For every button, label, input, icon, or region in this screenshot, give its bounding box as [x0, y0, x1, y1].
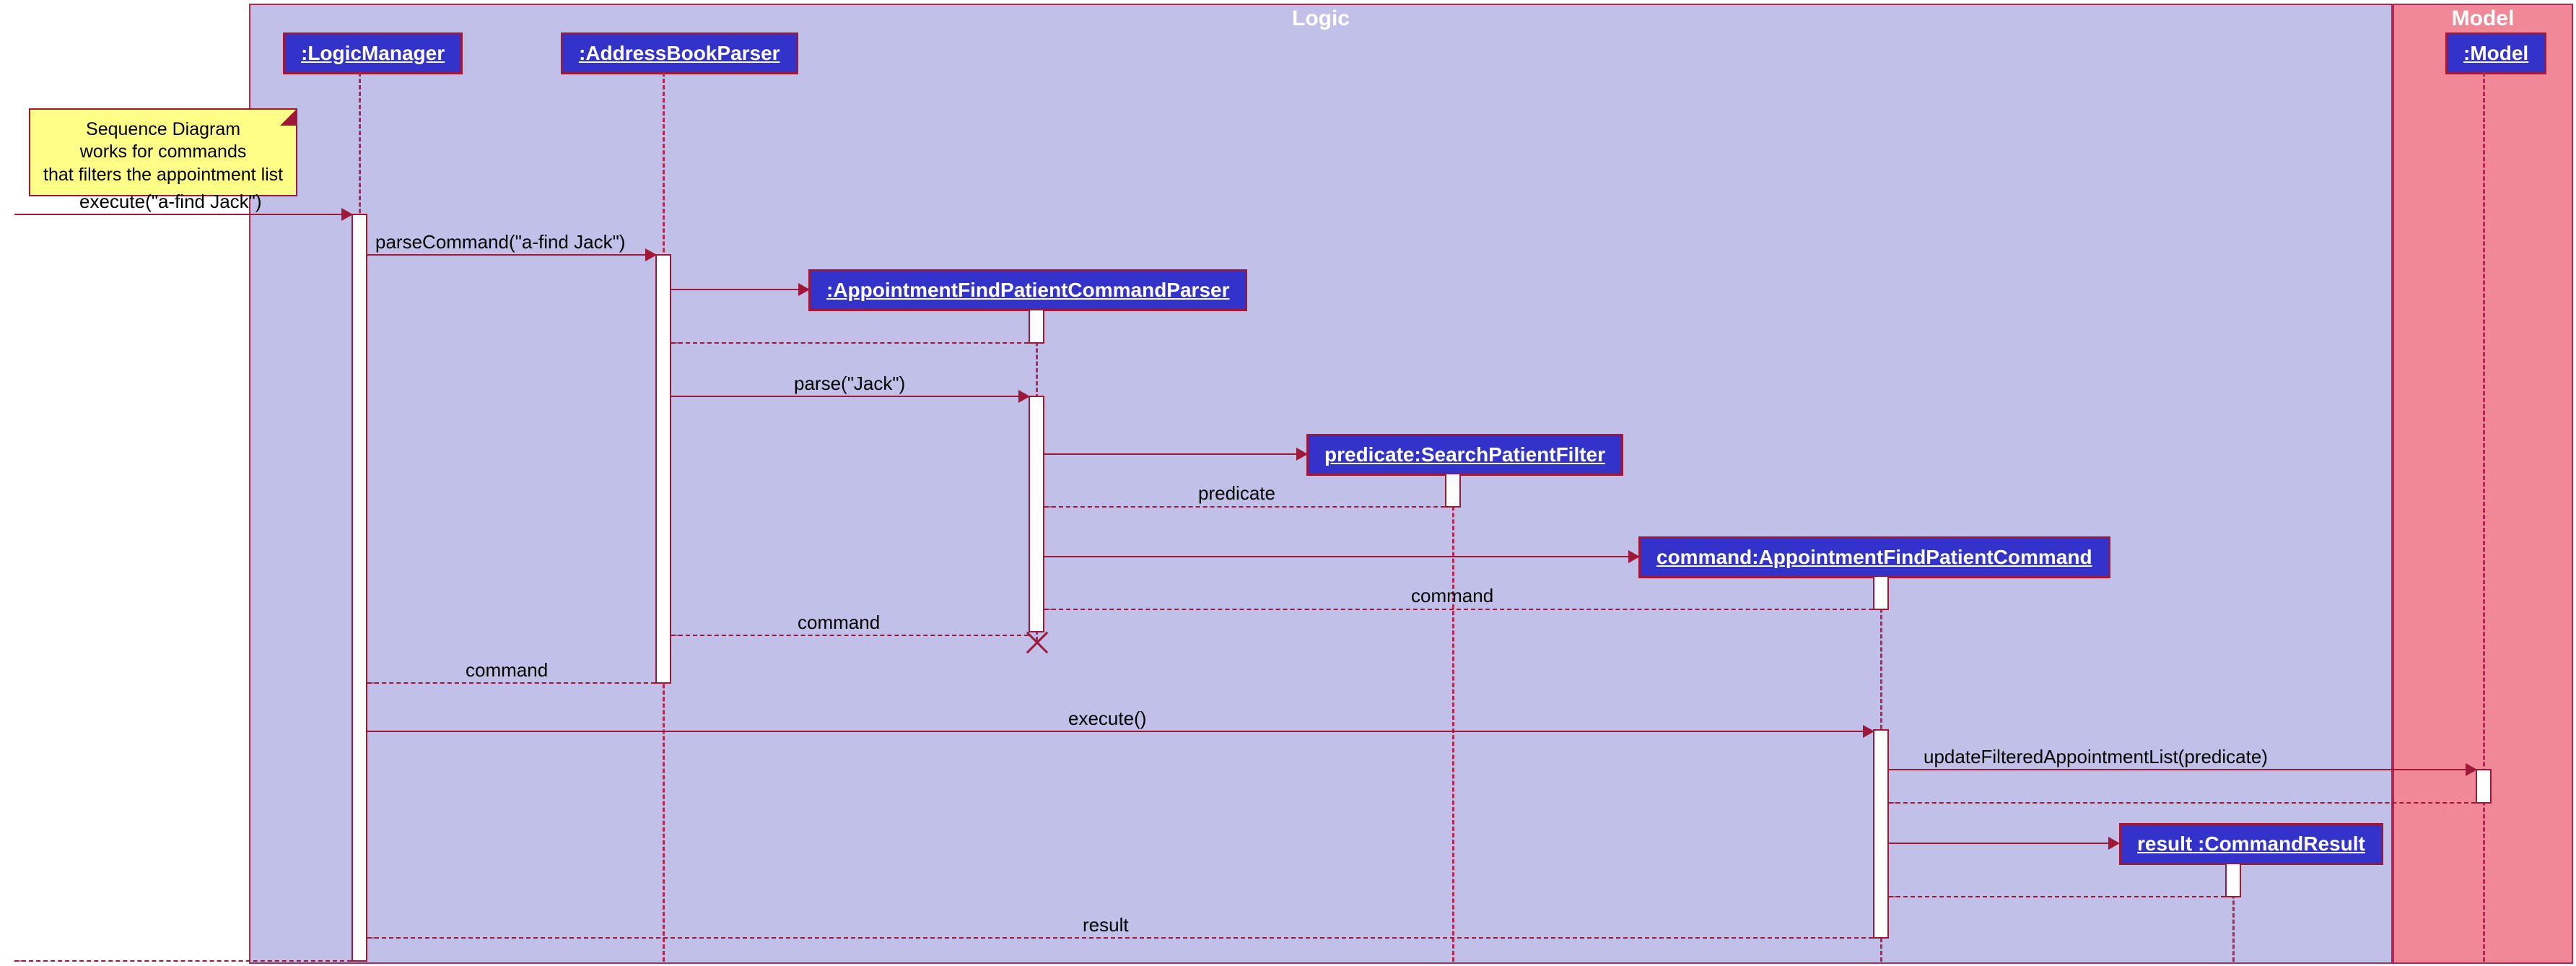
arrow-return-result: [1889, 896, 2225, 897]
arrow-return-result-lm: [367, 937, 1873, 939]
msg-execute: execute("a-find Jack"): [79, 191, 262, 213]
msg-parse: parse("Jack"): [794, 373, 905, 395]
arrow-return-command-1: [1044, 609, 1873, 610]
msg-predicate-return: predicate: [1198, 482, 1275, 505]
arrow-return-predicate: [1044, 506, 1445, 508]
participant-find-parser: :AppointmentFindPatientCommandParser: [808, 269, 1247, 311]
participant-model: :Model: [2445, 32, 2546, 74]
arrow-create-command: [1044, 556, 1638, 557]
arrow-create-result: [1889, 843, 2118, 844]
arrow-create-find-parser: [671, 289, 808, 290]
destroy-find-parser: [1023, 628, 1052, 657]
activation-predicate: [1445, 473, 1461, 508]
participant-result: result :CommandResult: [2119, 823, 2383, 865]
note-line-2: works for commands: [43, 141, 283, 163]
lifeline-predicate: [1452, 474, 1454, 962]
activation-find-parser-1: [1029, 309, 1044, 344]
msg-parse-command: parseCommand("a-find Jack"): [375, 231, 625, 253]
frame-model-label: Model: [2452, 6, 2515, 31]
arrow-return-command-3: [367, 682, 655, 684]
msg-command-return-2: command: [798, 612, 880, 634]
msg-result-return: result: [1083, 914, 1129, 936]
arrow-return-actor: [14, 960, 352, 962]
msg-command-return-1: command: [1411, 585, 1493, 607]
participant-logic-manager: :LogicManager: [283, 32, 463, 74]
activation-command-1: [1873, 575, 1889, 610]
arrow-parse-command: [367, 254, 655, 256]
arrow-return-find-parser: [671, 342, 1029, 344]
msg-command-return-3: command: [466, 659, 548, 682]
activation-logic-manager: [352, 214, 367, 962]
participant-predicate: predicate:SearchPatientFilter: [1306, 434, 1623, 476]
lifeline-model: [2483, 72, 2485, 962]
frame-logic: Logic: [249, 4, 2393, 964]
participant-command: command:AppointmentFindPatientCommand: [1638, 536, 2110, 578]
activation-command-2: [1873, 729, 1889, 939]
activation-result: [2225, 863, 2241, 897]
participant-address-book-parser: :AddressBookParser: [561, 32, 798, 74]
note-line-3: that filters the appointment list: [43, 164, 283, 186]
frame-logic-label: Logic: [1292, 6, 1350, 31]
note-sequence-diagram: Sequence Diagram works for commands that…: [29, 108, 297, 196]
activation-address-book-parser: [655, 254, 671, 684]
arrow-create-predicate: [1044, 453, 1306, 455]
msg-update-filtered: updateFilteredAppointmentList(predicate): [1924, 746, 2268, 768]
note-line-1: Sequence Diagram: [43, 118, 283, 141]
activation-find-parser-2: [1029, 396, 1044, 632]
arrow-return-command-2: [671, 635, 1029, 636]
arrow-return-model: [1889, 802, 2476, 804]
arrow-execute: [14, 214, 352, 215]
arrow-parse: [671, 396, 1029, 397]
arrow-update-filtered: [1889, 769, 2476, 770]
msg-execute-cmd: execute(): [1068, 708, 1146, 730]
activation-model: [2476, 769, 2492, 804]
arrow-execute-cmd: [367, 731, 1873, 732]
